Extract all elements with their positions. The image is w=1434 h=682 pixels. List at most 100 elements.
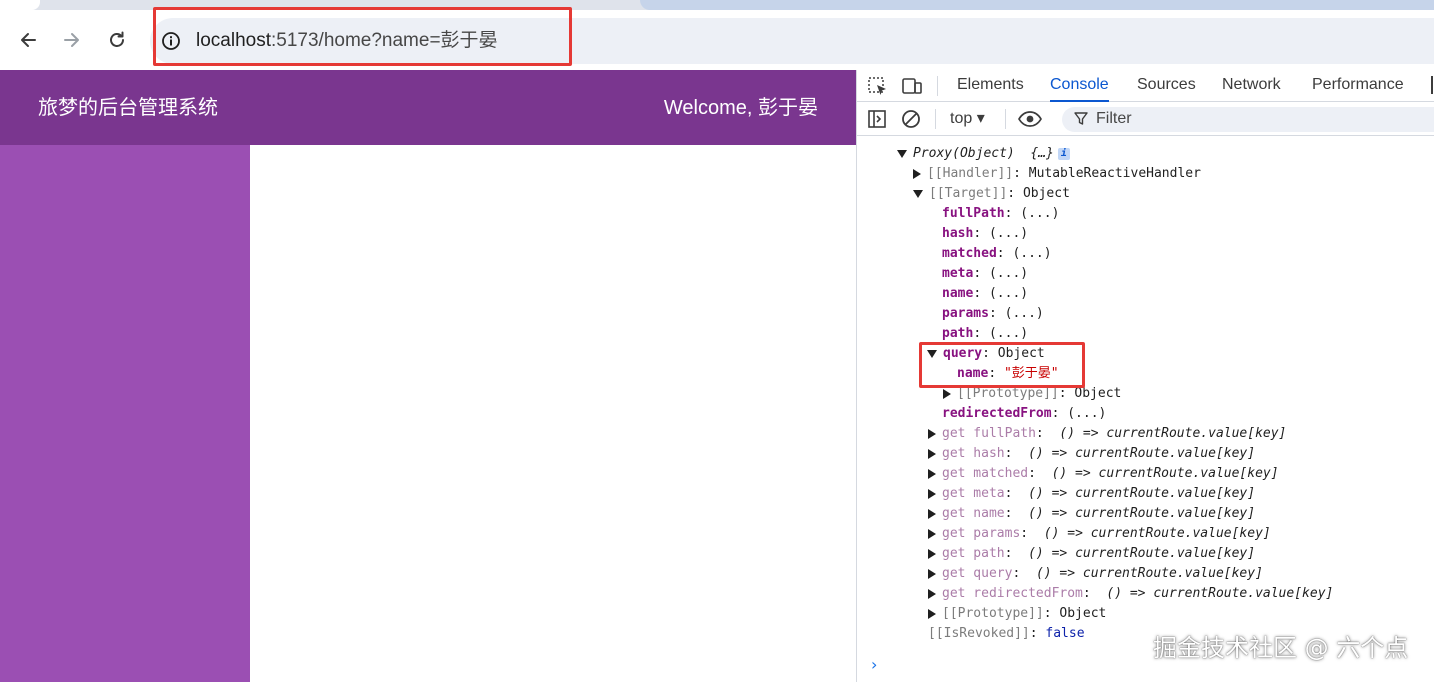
- prop-value: (...): [1004, 306, 1044, 321]
- console-row-getter[interactable]: get redirectedFrom: () => currentRoute.v…: [928, 584, 1333, 604]
- collapse-triangle-icon[interactable]: [928, 488, 936, 499]
- getter-value: () => currentRoute.value[key]: [1059, 426, 1287, 441]
- getter-value: () => currentRoute.value[key]: [1028, 546, 1256, 561]
- console-row-target[interactable]: [[Target]]: Object: [913, 184, 1070, 204]
- prop-key: fullPath: [942, 206, 1005, 221]
- app-sidebar: [0, 145, 250, 682]
- console-row-getter[interactable]: get fullPath: () => currentRoute.value[k…: [928, 424, 1286, 444]
- console-row-getter[interactable]: get name: () => currentRoute.value[key]: [928, 504, 1255, 524]
- prop-value: Object: [1059, 606, 1107, 621]
- info-badge-icon[interactable]: i: [1057, 147, 1070, 160]
- collapse-triangle-icon[interactable]: [928, 508, 936, 519]
- context-select[interactable]: top ▾: [950, 109, 985, 129]
- tab-sources[interactable]: Sources: [1137, 70, 1196, 102]
- welcome-text: Welcome, 彭于晏: [663, 97, 818, 119]
- collapse-triangle-icon[interactable]: [928, 548, 936, 559]
- collapse-triangle-icon[interactable]: [928, 588, 936, 599]
- live-expression-eye-icon[interactable]: [1017, 109, 1042, 129]
- object-label: Proxy(Object): [913, 146, 1015, 161]
- console-row-revoked[interactable]: [[IsRevoked]]: false: [928, 624, 1085, 644]
- console-row-handler[interactable]: [[Handler]]: MutableReactiveHandler: [913, 164, 1201, 184]
- tab-elements[interactable]: Elements: [957, 70, 1024, 102]
- expand-triangle-icon[interactable]: [897, 149, 907, 158]
- console-row[interactable]: meta: (...): [942, 264, 1028, 284]
- tab-performance[interactable]: Performance: [1312, 70, 1404, 102]
- prop-value: (...): [988, 226, 1029, 241]
- toolbar-separator: [935, 109, 936, 129]
- collapse-triangle-icon[interactable]: [913, 168, 921, 179]
- object-preview: {…}: [1030, 146, 1054, 161]
- prop-value: Object: [1074, 386, 1122, 401]
- collapse-triangle-icon[interactable]: [943, 388, 951, 399]
- console-row[interactable]: fullPath: (...): [942, 204, 1059, 224]
- console-prompt-chevron-icon[interactable]: ›: [871, 655, 877, 674]
- clear-console-icon[interactable]: [901, 109, 923, 129]
- tab-console[interactable]: Console: [1050, 70, 1109, 102]
- getter-key: get name: [942, 506, 1005, 521]
- back-arrow-icon[interactable]: [16, 28, 40, 52]
- getter-value: () => currentRoute.value[key]: [1028, 506, 1256, 521]
- expand-triangle-icon[interactable]: [913, 189, 923, 198]
- prop-key: name: [942, 286, 974, 301]
- console-row[interactable]: path: (...): [942, 324, 1028, 344]
- prop-key: params: [942, 306, 989, 321]
- reload-icon[interactable]: [105, 28, 129, 52]
- getter-key: get fullPath: [942, 426, 1036, 441]
- getter-key: get hash: [942, 446, 1005, 461]
- active-tab[interactable]: [0, 0, 40, 10]
- app-header: 旅梦的后台管理系统 Welcome, 彭于晏: [0, 70, 856, 145]
- console-row-getter[interactable]: get matched: () => currentRoute.value[ke…: [928, 464, 1279, 484]
- prop-value: Object: [1022, 186, 1070, 201]
- console-row-getter[interactable]: get meta: () => currentRoute.value[key]: [928, 484, 1255, 504]
- app-title: 旅梦的后台管理系统: [38, 97, 218, 119]
- getter-value: () => currentRoute.value[key]: [1051, 466, 1279, 481]
- forward-arrow-icon[interactable]: [60, 28, 84, 52]
- console-object-root[interactable]: Proxy(Object) {…} i: [897, 144, 1070, 164]
- console-row-getter[interactable]: get query: () => currentRoute.value[key]: [928, 564, 1263, 584]
- app-main-content: [250, 145, 856, 682]
- prop-value: (...): [1067, 406, 1107, 421]
- console-row[interactable]: hash: (...): [942, 224, 1028, 244]
- collapse-triangle-icon[interactable]: [928, 448, 936, 459]
- collapse-triangle-icon[interactable]: [928, 608, 936, 619]
- console-row[interactable]: params: (...): [942, 304, 1044, 324]
- getter-key: get meta: [942, 486, 1005, 501]
- inactive-tab[interactable]: [640, 0, 1434, 10]
- more-tabs-icon[interactable]: [1431, 76, 1433, 94]
- getter-value: () => currentRoute.value[key]: [1028, 446, 1256, 461]
- collapse-triangle-icon[interactable]: [928, 468, 936, 479]
- collapse-triangle-icon[interactable]: [928, 568, 936, 579]
- console-row[interactable]: redirectedFrom: (...): [942, 404, 1106, 424]
- prop-value: (...): [988, 286, 1029, 301]
- inspect-element-icon[interactable]: [867, 76, 889, 96]
- console-row-getter[interactable]: get hash: () => currentRoute.value[key]: [928, 444, 1255, 464]
- prop-value: MutableReactiveHandler: [1028, 166, 1201, 181]
- device-toolbar-icon[interactable]: [901, 76, 923, 96]
- filter-input[interactable]: Filter: [1062, 107, 1434, 132]
- getter-key: get redirectedFrom: [942, 586, 1083, 601]
- tab-network[interactable]: Network: [1222, 70, 1281, 102]
- console-row[interactable]: name: (...): [942, 284, 1028, 304]
- console-output: Proxy(Object) {…} i [[Handler]]: MutableR…: [857, 137, 1434, 682]
- collapse-triangle-icon[interactable]: [928, 528, 936, 539]
- console-row-getter[interactable]: get path: () => currentRoute.value[key]: [928, 544, 1255, 564]
- browser-toolbar: localhost:5173/home?name=彭于晏: [0, 7, 1434, 70]
- console-row-getter[interactable]: get params: () => currentRoute.value[key…: [928, 524, 1271, 544]
- collapse-triangle-icon[interactable]: [928, 428, 936, 439]
- prop-key: path: [942, 326, 974, 341]
- query-annotation-box: [919, 342, 1085, 388]
- prop-value: (...): [988, 326, 1029, 341]
- getter-key: get matched: [942, 466, 1029, 481]
- console-row-prototype[interactable]: [[Prototype]]: Object: [928, 604, 1106, 624]
- getter-key: get query: [942, 566, 1013, 581]
- getter-value: () => currentRoute.value[key]: [1035, 566, 1263, 581]
- url-annotation-box: [153, 7, 572, 66]
- prop-key: matched: [942, 246, 997, 261]
- filter-placeholder: Filter: [1096, 110, 1132, 127]
- getter-key: get path: [942, 546, 1005, 561]
- sidebar-toggle-icon[interactable]: [867, 109, 889, 129]
- devtools-tabbar: Elements Console Sources Network Perform…: [857, 70, 1434, 102]
- console-row[interactable]: matched: (...): [942, 244, 1052, 264]
- console-toolbar: top ▾ Filter: [857, 103, 1434, 136]
- getter-value: () => currentRoute.value[key]: [1028, 486, 1256, 501]
